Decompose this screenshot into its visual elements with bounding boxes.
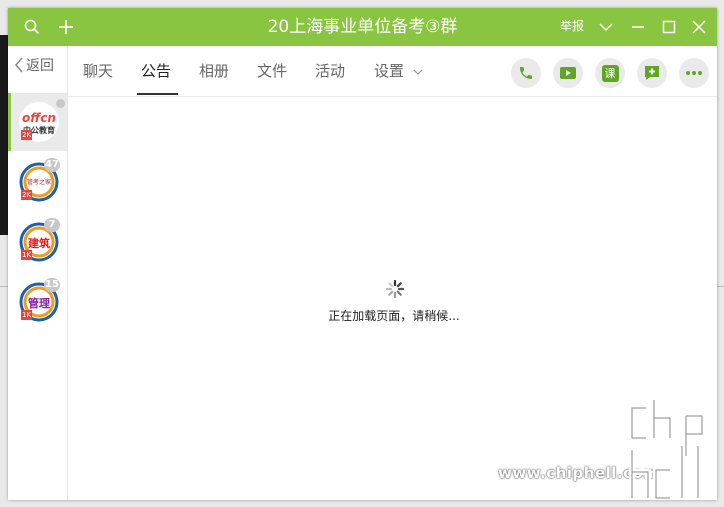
background-divider [0,286,8,287]
unread-count-badge: 7 [44,218,60,232]
sidebar-group-offcn[interactable]: offcn 中公教育 2K [8,93,67,151]
add-icon[interactable] [56,17,76,37]
close-icon[interactable] [689,17,709,37]
active-tab-indicator [137,93,178,95]
unread-count-badge: 47 [44,158,60,172]
group-sidebar: 返回 offcn 中公教育 2K 管考之家 47 2K 建筑 7 1K 管理 1… [8,46,68,500]
avatar-logo-text: offcn [22,111,56,125]
add-message-button[interactable] [637,58,667,88]
group-size-tag: 1K [21,310,33,320]
tab-files[interactable]: 文件 [257,46,287,96]
voice-call-button[interactable] [511,58,541,88]
tab-chat[interactable]: 聊天 [83,46,113,96]
avatar-text: 管理 [28,297,50,310]
more-button[interactable] [679,58,709,88]
avatar-text: 建筑 [28,237,50,250]
group-size-tag: 2K [21,130,33,140]
chevron-down-icon[interactable] [596,17,616,37]
chevron-down-icon [413,69,423,75]
class-icon: 课 [601,64,619,82]
sidebar-group-construction[interactable]: 建筑 7 1K [8,213,67,271]
group-chat-window: 20上海事业单位备考③群 举报 返回 offcn 中公教育 2K 管考之家 47… [8,8,717,500]
tab-album[interactable]: 相册 [199,46,229,96]
background-divider [716,286,724,287]
loading-message: 正在加载页面，请稍候... [328,309,460,323]
tab-settings-label: 设置 [374,62,405,80]
video-call-button[interactable] [553,58,583,88]
search-icon[interactable] [22,17,42,37]
class-button[interactable]: 课 [595,58,625,88]
tab-announcement[interactable]: 公告 [141,46,171,96]
back-label: 返回 [26,58,54,74]
chiphell-logo-icon [629,400,705,500]
more-icon [686,71,702,75]
unread-count-badge: 15 [44,278,60,292]
report-button[interactable]: 举报 [560,8,584,46]
tab-settings[interactable]: 设置 [374,46,423,96]
video-icon [560,67,576,79]
minimize-icon[interactable] [628,17,648,37]
tab-activities[interactable]: 活动 [315,46,345,96]
group-size-tag: 2K [21,190,33,200]
background-window-edge [0,35,8,235]
sidebar-group-management[interactable]: 管考之家 47 2K [8,153,67,211]
add-message-icon [645,66,659,80]
chevron-left-icon [15,57,23,73]
title-bar: 20上海事业单位备考③群 举报 [8,8,717,46]
group-tab-bar: 聊天 公告 相册 文件 活动 设置 课 [68,46,717,97]
sidebar-group-administration[interactable]: 管理 15 1K [8,273,67,331]
unread-dot [56,99,65,108]
back-button[interactable]: 返回 [14,54,54,76]
loading-spinner-icon [385,279,405,299]
avatar-text: 管考之家 [26,179,51,186]
phone-icon [520,67,532,79]
maximize-icon[interactable] [659,17,679,37]
group-size-tag: 1K [21,250,33,260]
